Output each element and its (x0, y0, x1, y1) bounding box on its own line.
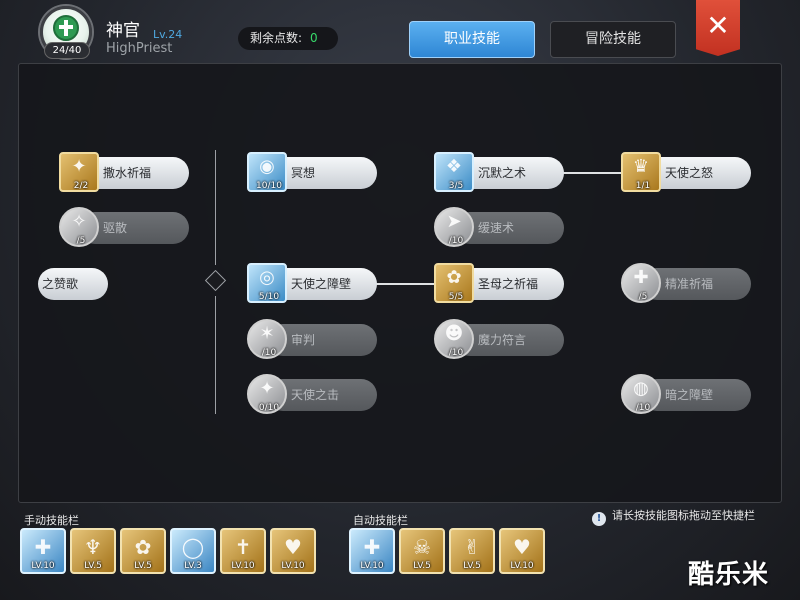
sword-icon: ✦ 2/2 (59, 152, 99, 192)
skill-level: /5 (638, 292, 648, 302)
holy-cross-icon: ✝ (234, 535, 252, 559)
light-beam-icon: ✶ /10 (247, 319, 287, 359)
skill-level: 2/2 (73, 181, 89, 191)
barrier-icon: ◍ /10 (621, 374, 661, 414)
skill-level: 10/10 (256, 181, 282, 191)
skill-glyph: ✧ (71, 211, 87, 232)
sparkle-icon: ✧ /5 (59, 207, 99, 247)
skill-slot[interactable]: ♆ LV.5 (70, 528, 116, 574)
skill-glyph: ◍ (633, 378, 649, 399)
cross-icon: ✚ /5 (621, 263, 661, 303)
priest-emblem-icon (53, 15, 79, 41)
slot-level: LV.5 (413, 561, 431, 571)
victory-hand-icon: ✌ (463, 535, 481, 559)
slot-level: LV.10 (360, 561, 384, 571)
skill-glyph: ◉ (259, 156, 275, 177)
skill-slot[interactable]: ✌ LV.5 (449, 528, 495, 574)
slot-level: LV.5 (463, 561, 481, 571)
meditation-icon: ◉ 10/10 (247, 152, 287, 192)
remaining-points: 剩余点数: 0 (238, 27, 338, 50)
skill-slot[interactable]: ♥ LV.10 (499, 528, 545, 574)
watermark-logo: 酷乐米 (688, 560, 770, 590)
slot-level: LV.10 (281, 561, 305, 571)
slot-level: LV.10 (510, 561, 534, 571)
skill-glyph: ✶ (259, 323, 275, 344)
header: 24/40 神官 Lv.24 HighPriest 剩余点数: 0 职业技能 冒险… (0, 0, 800, 62)
winged-helm-icon: ♆ (84, 535, 102, 559)
slow-icon: ➤ /10 (434, 207, 474, 247)
skill-level: 5/5 (448, 292, 464, 302)
skill-glyph: ✦ (259, 378, 275, 399)
angel-wings-icon: ♛ 1/1 (621, 152, 661, 192)
skill-level: 1/1 (635, 181, 651, 191)
skill-level: /10 (635, 403, 651, 413)
drag-hint: ! 请长按技能图标拖动至快捷栏 (592, 508, 755, 526)
heart-cross-icon: ♥ (513, 535, 531, 559)
skill-level: 0/10 (258, 403, 280, 413)
manual-skill-bar-label: 手动技能栏 (24, 514, 79, 527)
slot-level: LV.10 (231, 561, 255, 571)
skill-name: 之赞歌 (38, 268, 108, 300)
skill-glyph: ✿ (446, 267, 462, 288)
skull-icon: ☻ /10 (434, 319, 474, 359)
slot-level: LV.10 (31, 561, 55, 571)
auto-skill-bar-label: 自动技能栏 (353, 514, 408, 527)
skill-glyph: ✚ (633, 267, 649, 288)
winged-skull-icon: ☠ (413, 535, 431, 559)
info-icon: ! (592, 512, 606, 526)
skill-slot[interactable]: ✚ LV.10 (20, 528, 66, 574)
heart-cross-icon: ♥ (284, 535, 302, 559)
skill-slot[interactable]: ✝ LV.10 (220, 528, 266, 574)
connector-line (556, 172, 624, 174)
skill-slot[interactable]: ✚ LV.10 (349, 528, 395, 574)
skill-window: 24/40 神官 Lv.24 HighPriest 剩余点数: 0 职业技能 冒险… (0, 0, 800, 600)
skill-glyph: ❖ (445, 156, 463, 177)
silence-icon: ❖ 3/5 (434, 152, 474, 192)
skill-level: /5 (76, 236, 86, 246)
skill-level: 3/5 (448, 181, 464, 191)
bell-icon: ◎ 5/10 (247, 263, 287, 303)
remaining-points-value: 0 (310, 31, 318, 45)
sword-strike-icon: ✦ 0/10 (247, 374, 287, 414)
skill-glyph: ✦ (71, 156, 87, 177)
skill-glyph: ➤ (446, 211, 462, 232)
tree-divider-top (215, 150, 216, 265)
job-english-name: HighPriest (106, 41, 173, 56)
avatar-level-count: 24/40 (44, 42, 90, 59)
skill-level: /10 (448, 348, 464, 358)
skill-glyph: ◎ (259, 267, 275, 288)
tab-job-skills[interactable]: 职业技能 (409, 21, 535, 58)
slot-level: LV.5 (134, 561, 152, 571)
skill-glyph: ☻ (444, 323, 464, 344)
slot-level: LV.5 (84, 561, 102, 571)
tab-adventure-skills[interactable]: 冒险技能 (550, 21, 676, 58)
skill-glyph: ♛ (632, 156, 650, 177)
job-level: Lv.24 (153, 28, 183, 41)
skill-slot[interactable]: ◯ LV.3 (170, 528, 216, 574)
skill-level: 5/10 (258, 292, 280, 302)
shield-cross-icon: ✚ (34, 535, 52, 559)
close-button[interactable]: ✕ (696, 0, 740, 56)
halo-icon: ◯ (181, 535, 205, 559)
job-name: 神官 (106, 21, 140, 41)
shield-cross-icon: ✚ (363, 535, 381, 559)
connector-line (368, 283, 438, 285)
skill-slot[interactable]: ☠ LV.5 (399, 528, 445, 574)
tree-divider-bottom (215, 296, 216, 414)
skill-slot[interactable]: ♥ LV.10 (270, 528, 316, 574)
close-icon: ✕ (706, 8, 730, 42)
skill-slot[interactable]: ✿ LV.5 (120, 528, 166, 574)
angel-face-icon: ✿ (134, 535, 152, 559)
drag-hint-text: 请长按技能图标拖动至快捷栏 (612, 509, 755, 522)
skill-level: /10 (261, 348, 277, 358)
remaining-points-label: 剩余点数: (250, 31, 303, 45)
slot-level: LV.3 (184, 561, 202, 571)
skill-level: /10 (448, 236, 464, 246)
angel-face-icon: ✿ 5/5 (434, 263, 474, 303)
